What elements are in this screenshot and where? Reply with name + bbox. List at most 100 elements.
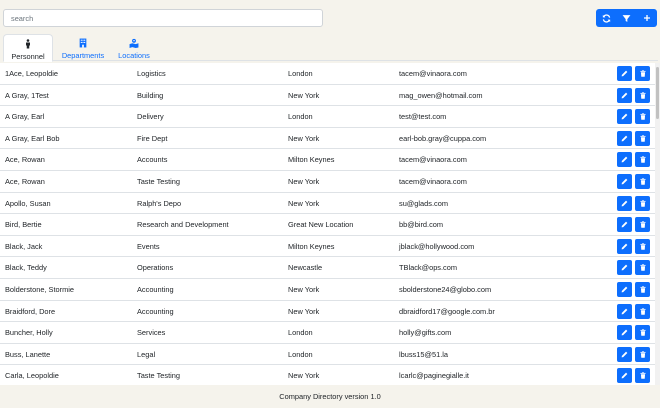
- personnel-name: Carla, Leopoldie: [5, 371, 59, 381]
- delete-button[interactable]: [635, 195, 650, 211]
- filter-button[interactable]: [616, 9, 636, 27]
- table-row: Buss, Lanette Legal London lbuss15@51.la: [0, 344, 655, 366]
- tab-personnel[interactable]: Personnel: [3, 34, 53, 62]
- trash-icon: [639, 70, 646, 77]
- edit-button[interactable]: [617, 174, 632, 189]
- plus-icon: [643, 15, 650, 21]
- table-row: Ace, Rowan Taste Testing New York tacem@vin…: [0, 171, 655, 193]
- trash-icon: [639, 307, 646, 315]
- personnel-location: New York: [288, 306, 320, 316]
- edit-button[interactable]: [617, 238, 632, 254]
- pencil-icon: [621, 70, 628, 77]
- edit-button[interactable]: [617, 368, 632, 384]
- personnel-location: New York: [288, 198, 320, 208]
- edit-button[interactable]: [617, 195, 632, 211]
- building-icon: [79, 38, 87, 48]
- personnel-email: dbraidford17@google.com.br: [399, 306, 495, 316]
- personnel-location: New York: [288, 285, 320, 294]
- personnel-email: tacem@vinaora.com: [399, 177, 467, 186]
- personnel-department: Services: [137, 328, 166, 338]
- refresh-button[interactable]: [596, 9, 616, 27]
- personnel-department: Research and Development: [137, 220, 229, 230]
- edit-button[interactable]: [617, 303, 632, 319]
- table-scrollbar[interactable]: [655, 63, 660, 385]
- personnel-name: Black, Jack: [5, 241, 43, 251]
- personnel-name: Ace, Rowan: [5, 155, 45, 165]
- personnel-department: Events: [137, 241, 160, 251]
- table-row: Buncher, Holly Services London holly@gifts.…: [0, 322, 655, 344]
- scrollbar-thumb[interactable]: [656, 67, 659, 119]
- tab-locations[interactable]: Locations: [113, 34, 155, 61]
- pencil-icon: [621, 113, 628, 120]
- table-row: Carla, Leopoldie Taste Testing New York lca…: [0, 365, 655, 385]
- pencil-icon: [621, 135, 628, 142]
- edit-button[interactable]: [617, 325, 632, 341]
- delete-button[interactable]: [635, 346, 650, 362]
- delete-button[interactable]: [635, 109, 650, 125]
- add-button[interactable]: [637, 9, 657, 27]
- tab-departments[interactable]: Departments: [55, 34, 111, 61]
- table-row: Black, Teddy Operations Newcastle TBlack@op…: [0, 257, 655, 279]
- edit-button[interactable]: [617, 66, 632, 81]
- delete-button[interactable]: [635, 87, 650, 103]
- personnel-location: Milton Keynes: [288, 241, 335, 251]
- search-input[interactable]: [3, 9, 323, 27]
- personnel-table: 1Ace, Leopoldie Logistics London tacem@vina…: [0, 63, 655, 385]
- table-row: A Gray, Earl Bob Fire Dept New York earl-bo…: [0, 128, 655, 150]
- edit-button[interactable]: [617, 152, 632, 168]
- edit-button[interactable]: [617, 109, 632, 125]
- delete-button[interactable]: [635, 238, 650, 254]
- personnel-name: Bird, Bertie: [5, 220, 42, 230]
- edit-button[interactable]: [617, 87, 632, 103]
- personnel-email: sbolderstone24@globo.com: [399, 285, 492, 294]
- tab-departments-label: Departments: [61, 51, 105, 60]
- personnel-department: Accounting: [137, 285, 174, 294]
- delete-button[interactable]: [635, 325, 650, 341]
- delete-button[interactable]: [635, 368, 650, 384]
- personnel-name: Braidford, Dore: [5, 306, 56, 316]
- personnel-email: tacem@vinaora.com: [399, 155, 467, 165]
- personnel-email: jblack@hollywood.com: [399, 241, 475, 251]
- trash-icon: [639, 135, 646, 142]
- personnel-department: Taste Testing: [137, 371, 180, 381]
- personnel-name: Ace, Rowan: [5, 177, 45, 186]
- trash-icon: [639, 264, 646, 272]
- personnel-name: Bolderstone, Stormie: [5, 285, 75, 294]
- delete-button[interactable]: [635, 260, 650, 276]
- personnel-department: Logistics: [137, 69, 166, 78]
- personnel-email: lcarlc@paginegialle.it: [399, 371, 469, 381]
- personnel-name: Buss, Lanette: [5, 349, 51, 359]
- delete-button[interactable]: [635, 282, 650, 297]
- personnel-location: Milton Keynes: [288, 155, 335, 165]
- pencil-icon: [621, 351, 628, 358]
- table-row: Ace, Rowan Accounts Milton Keynes tacem@vin…: [0, 149, 655, 171]
- personnel-department: Operations: [137, 263, 174, 273]
- personnel-department: Building: [137, 90, 164, 100]
- personnel-email: su@glads.com: [399, 198, 448, 208]
- table-row: A Gray, 1Test Building New York mag_owen@ho…: [0, 85, 655, 107]
- delete-button[interactable]: [635, 303, 650, 319]
- edit-button[interactable]: [617, 130, 632, 146]
- edit-button[interactable]: [617, 346, 632, 362]
- delete-button[interactable]: [635, 66, 650, 81]
- edit-button[interactable]: [617, 282, 632, 297]
- delete-button[interactable]: [635, 174, 650, 189]
- delete-button[interactable]: [635, 130, 650, 146]
- delete-button[interactable]: [635, 152, 650, 168]
- personnel-email: lbuss15@51.la: [399, 349, 449, 359]
- pencil-icon: [621, 200, 628, 206]
- pencil-icon: [621, 92, 628, 98]
- trash-icon: [639, 178, 646, 185]
- pencil-icon: [621, 265, 628, 271]
- edit-button[interactable]: [617, 260, 632, 276]
- toolbar-button-group: [596, 9, 657, 27]
- delete-button[interactable]: [635, 217, 650, 233]
- personnel-email: earl-bob.gray@cuppa.com: [399, 133, 487, 143]
- personnel-location: New York: [288, 177, 320, 186]
- personnel-name: 1Ace, Leopoldie: [5, 69, 59, 78]
- personnel-name: A Gray, Earl Bob: [5, 133, 60, 143]
- personnel-department: Delivery: [137, 112, 164, 122]
- table-row: Apollo, Susan Ralph's Depo New York su@glad…: [0, 193, 655, 215]
- personnel-email: TBlack@ops.com: [399, 263, 458, 273]
- edit-button[interactable]: [617, 217, 632, 233]
